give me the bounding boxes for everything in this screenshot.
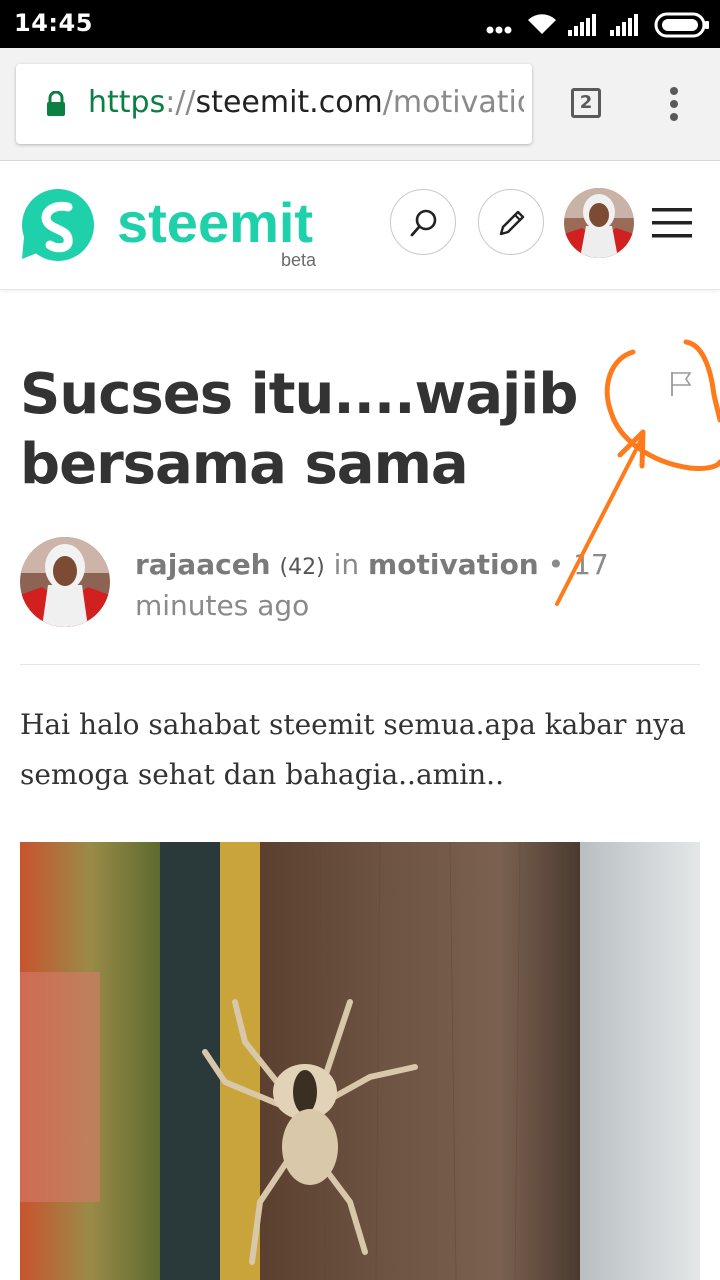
post-title: Sucses itu....wajib bersama sama — [20, 362, 578, 497]
wifi-icon — [528, 14, 556, 34]
site-header: steemit beta — [0, 161, 720, 290]
address-bar[interactable]: https://steemit.com/motivatio — [16, 64, 532, 144]
url-scheme: https — [88, 85, 166, 120]
beta-badge: beta — [281, 250, 317, 270]
tab-switcher-button[interactable]: 2 — [571, 88, 601, 118]
signal-icon — [568, 14, 596, 36]
pencil-icon — [499, 210, 525, 236]
post-image[interactable] — [20, 842, 700, 1280]
in-label: in — [333, 548, 360, 581]
url-text[interactable]: https://steemit.com/motivatio — [88, 83, 524, 123]
post-meta: rajaaceh (42) in motivation • 17 minutes… — [135, 546, 700, 625]
url-separator: :// — [165, 85, 196, 120]
search-button[interactable] — [390, 189, 456, 255]
author-link[interactable]: rajaaceh — [135, 548, 271, 581]
battery-icon — [654, 12, 709, 38]
flag-icon[interactable] — [670, 371, 694, 397]
divider — [20, 664, 700, 665]
hamburger-icon[interactable] — [652, 207, 694, 239]
lock-icon — [47, 91, 65, 116]
signal-icon — [610, 14, 638, 36]
write-post-button[interactable] — [478, 189, 544, 255]
status-bar: 14:45 — [0, 0, 720, 48]
more-vertical-icon[interactable] — [664, 86, 684, 122]
search-icon — [410, 209, 437, 237]
status-time: 14:45 — [14, 9, 93, 37]
post-body: Hai halo sahabat steemit semua.apa kabar… — [20, 708, 686, 791]
url-path: /motivatio — [382, 85, 524, 120]
category-link[interactable]: motivation — [368, 548, 539, 581]
avatar[interactable] — [564, 188, 634, 258]
steemit-logo-icon[interactable] — [20, 187, 96, 263]
more-dots-icon — [486, 26, 512, 34]
meta-bullet: • — [547, 548, 565, 581]
browser-toolbar: https://steemit.com/motivatio 2 — [0, 48, 720, 161]
url-host: steemit.com — [195, 85, 383, 120]
brand-name[interactable]: steemit — [117, 191, 313, 255]
author-avatar[interactable] — [20, 537, 110, 627]
author-reputation: (42) — [279, 555, 325, 580]
